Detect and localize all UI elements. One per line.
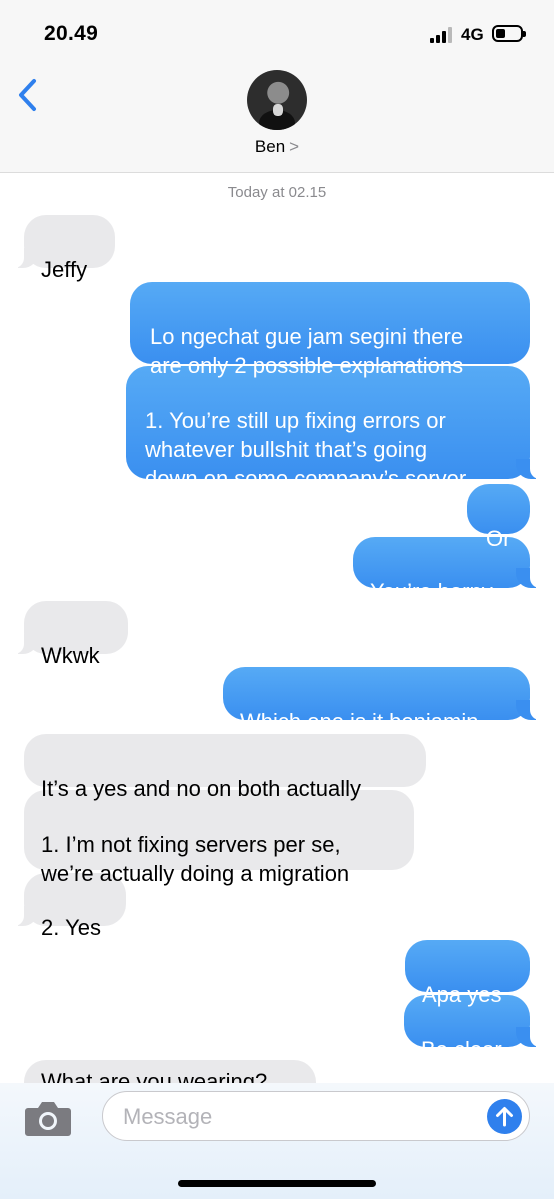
message-text: Lo ngechat gue jam segini there are only…: [150, 324, 464, 378]
contact-name: Ben: [254, 137, 286, 156]
message-text: 1. You’re still up fixing errors or what…: [145, 408, 467, 491]
camera-button[interactable]: [24, 1099, 72, 1137]
message-text: You’re horny: [370, 579, 493, 604]
message-text: Or: [486, 526, 511, 551]
message-bubble-incoming[interactable]: Wkwk: [14, 601, 128, 668]
home-indicator: [178, 1180, 376, 1187]
message-bubble-outgoing[interactable]: Lo ngechat gue jam segini there are only…: [130, 282, 530, 378]
message-text: Apa yes: [422, 982, 502, 1007]
message-bubble-outgoing[interactable]: 1. You’re still up fixing errors or what…: [126, 366, 540, 491]
message-text: 1. I’m not fixing servers per se, we’re …: [41, 832, 350, 886]
message-bubble-outgoing[interactable]: Apa yes: [405, 940, 530, 1007]
message-text: 2. Yes: [41, 915, 101, 940]
battery-icon: [492, 25, 526, 42]
message-composer: [0, 1083, 554, 1199]
chevron-left-icon: [19, 79, 36, 111]
network-type: 4G: [461, 25, 484, 44]
chevron-right-icon: >: [289, 137, 300, 156]
message-field[interactable]: [102, 1091, 530, 1141]
status-bar: 20.49 4G: [0, 0, 554, 64]
message-text: Jeffy: [41, 257, 88, 282]
back-button[interactable]: [14, 75, 44, 115]
camera-icon: [25, 1102, 71, 1136]
conversation-timestamp: Today at 02.15: [227, 184, 327, 201]
message-text: Wkwk: [41, 643, 100, 668]
message-text: Be clear: [421, 1037, 502, 1062]
message-bubble-incoming[interactable]: It’s a yes and no on both actually: [24, 734, 426, 801]
status-time: 20.49: [44, 22, 99, 45]
signal-icon: [430, 27, 454, 43]
contact-name-button[interactable]: Ben >: [0, 137, 554, 157]
arrow-up-icon: [496, 1107, 513, 1127]
message-bubble-incoming[interactable]: Jeffy: [14, 215, 115, 282]
send-button[interactable]: [487, 1099, 522, 1134]
message-bubble-outgoing[interactable]: Or: [467, 484, 530, 551]
message-text: It’s a yes and no on both actually: [41, 776, 362, 801]
message-text: Which one is it benjamin: [240, 709, 479, 734]
message-input[interactable]: [121, 1100, 465, 1134]
contact-avatar[interactable]: [247, 70, 307, 130]
message-bubble-outgoing[interactable]: Which one is it benjamin: [223, 667, 540, 734]
message-bubble-incoming[interactable]: 1. I’m not fixing servers per se, we’re …: [24, 790, 414, 886]
